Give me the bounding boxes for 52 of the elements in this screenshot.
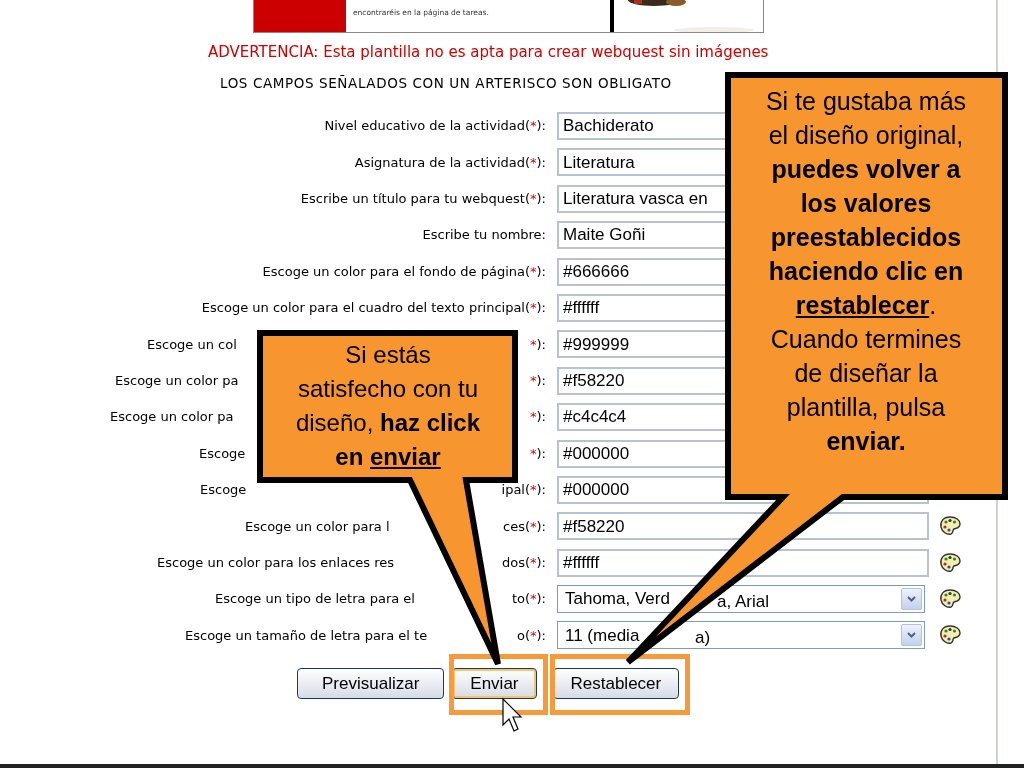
required-asterisk: * bbox=[530, 153, 537, 172]
field-label: Asignatura de la actividad( bbox=[354, 153, 531, 172]
required-asterisk: * bbox=[530, 481, 537, 500]
required-asterisk: * bbox=[530, 626, 537, 645]
label-punctuation: ): bbox=[536, 590, 546, 609]
required-asterisk: * bbox=[530, 262, 537, 281]
field-label: Nivel educativo de la actividad( bbox=[324, 117, 531, 136]
required-asterisk: * bbox=[530, 590, 537, 609]
field-label: Escoge un color pa bbox=[110, 408, 234, 427]
required-asterisk: * bbox=[530, 299, 537, 318]
required-asterisk: * bbox=[530, 553, 537, 572]
required-asterisk: * bbox=[530, 335, 537, 354]
label-punctuation: ): bbox=[536, 299, 546, 318]
field-label: Escribe un título para tu webquest( bbox=[300, 190, 531, 209]
label-punctuation: ): bbox=[536, 626, 546, 645]
label-punctuation: ): bbox=[536, 335, 546, 354]
field-label: dos( bbox=[502, 553, 531, 572]
field-label: Escoge bbox=[200, 481, 247, 500]
required-asterisk: * bbox=[530, 117, 537, 136]
field-label: o( bbox=[517, 626, 531, 645]
label-punctuation: ): bbox=[536, 117, 546, 136]
field-label: Escoge un col bbox=[147, 335, 237, 354]
field-label: to( bbox=[511, 590, 531, 609]
label-punctuation: ): bbox=[536, 262, 546, 281]
required-asterisk: * bbox=[530, 444, 537, 463]
field-label: ipal( bbox=[501, 481, 531, 500]
field-label: ces( bbox=[503, 517, 531, 536]
required-asterisk: * bbox=[530, 372, 537, 390]
required-asterisk: * bbox=[530, 517, 537, 536]
field-label: Escoge un tamaño de letra para el te bbox=[185, 626, 428, 645]
label-punctuation: ): bbox=[536, 444, 546, 463]
field-label: Escoge un color para el cuadro del texto principal( bbox=[201, 299, 531, 318]
label-punctuation: ): bbox=[536, 408, 546, 427]
label-punctuation: ): bbox=[536, 553, 546, 572]
label-punctuation: ): bbox=[536, 190, 546, 209]
label-punctuation: ): bbox=[536, 481, 546, 500]
required-asterisk: * bbox=[530, 190, 537, 209]
callout-text: Si te gustaba más el diseño original, puedes volver a los valores preestablecidos haciendo clic en restablecer. Cuando termines de diseñar la plantilla, pulsa enviar. bbox=[764, 86, 968, 457]
label-punctuation: ): bbox=[536, 372, 546, 390]
field-label: Escoge un tipo de letra para el bbox=[215, 590, 415, 609]
field-label: Escoge un color pa bbox=[115, 372, 239, 390]
field-label: Escoge un color para los enlaces res bbox=[157, 553, 395, 572]
warning-text: ADVERTENCIA: Esta plantilla no es apta para crear webquest sin imágenes bbox=[208, 43, 770, 61]
required-asterisk: * bbox=[530, 408, 537, 427]
field-label: Escoge un color para el fondo de página( bbox=[262, 262, 531, 281]
field-label: Escoge bbox=[199, 444, 246, 463]
label-punctuation: ): bbox=[536, 517, 546, 536]
callout-text: Si estás satisfecho con tu diseño, haz click en enviar bbox=[294, 340, 482, 472]
field-label: Escribe tu nombre: bbox=[422, 226, 546, 245]
label-punctuation: ): bbox=[536, 153, 546, 172]
required-fields-note: LOS CAMPOS SEÑALADOS CON UN ARTERISCO SON OBLIGATO bbox=[220, 75, 672, 91]
field-label: Escoge un color para l bbox=[245, 517, 390, 536]
